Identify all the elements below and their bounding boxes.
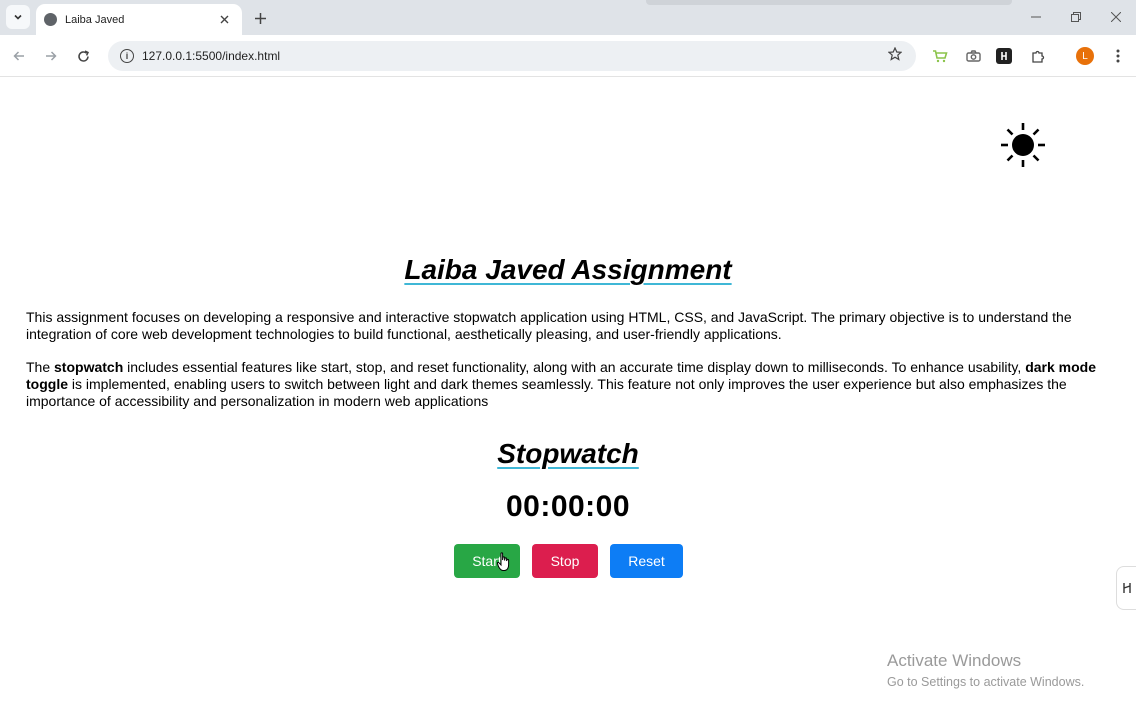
dark-mode-toggle[interactable] [1000, 122, 1046, 168]
tab-title: Laiba Javed [65, 13, 125, 26]
start-button[interactable]: Start [454, 544, 520, 578]
kebab-menu-icon [1116, 49, 1120, 63]
globe-icon [44, 13, 57, 26]
forward-button[interactable] [40, 45, 62, 67]
features-text-1: The [26, 359, 55, 375]
back-button[interactable] [8, 45, 30, 67]
new-tab-button[interactable] [250, 8, 270, 28]
activate-windows-title: Activate Windows [887, 651, 1022, 670]
intro-paragraph: This assignment focuses on developing a … [26, 309, 1072, 342]
stopwatch-heading-text: Stopwatch [497, 438, 639, 469]
profile-avatar[interactable]: L [1076, 47, 1094, 65]
tab-close-button[interactable] [216, 12, 232, 28]
activate-windows-subtitle: Go to Settings to activate Windows. [887, 675, 1085, 689]
tab-search-button[interactable] [6, 5, 30, 29]
close-icon [220, 15, 228, 24]
window-drag-strip [646, 0, 1012, 5]
page-content: Laiba Javed Assignment This assignment f… [0, 78, 1136, 720]
page-heading: Laiba Javed Assignment [0, 254, 1136, 286]
restore-button[interactable] [1066, 7, 1086, 27]
arrow-left-icon [13, 51, 24, 61]
plus-icon [254, 12, 266, 24]
star-icon [887, 46, 903, 61]
h-extension-icon[interactable] [996, 48, 1012, 64]
sun-icon [1001, 123, 1045, 167]
restore-icon [1071, 12, 1081, 22]
features-text-2: includes essential features like start, … [123, 359, 1026, 375]
address-bar[interactable]: i 127.0.0.1:5500/index.html [108, 41, 916, 71]
url-text: 127.0.0.1:5500/index.html [142, 49, 281, 63]
page-heading-text: Laiba Javed Assignment [404, 254, 732, 285]
reload-icon [77, 49, 89, 62]
stopwatch-heading: Stopwatch [0, 438, 1136, 470]
bookmark-button[interactable] [882, 46, 908, 65]
info-icon[interactable]: i [120, 49, 134, 63]
minimize-button[interactable] [1026, 7, 1046, 27]
features-text-3: is implemented, enabling users to switch… [26, 376, 1067, 409]
camera-extension-icon[interactable] [963, 46, 983, 66]
reload-button[interactable] [72, 45, 94, 67]
stop-button[interactable]: Stop [532, 544, 598, 578]
browser-tab[interactable]: Laiba Javed [36, 4, 242, 35]
side-panel-handle[interactable] [1116, 566, 1136, 610]
close-icon [1111, 12, 1121, 22]
minimize-icon [1031, 16, 1041, 18]
features-paragraph: The stopwatch includes essential feature… [26, 359, 1110, 410]
features-bold-stopwatch: stopwatch [54, 359, 124, 375]
activate-windows-watermark: Activate Windows Go to Settings to activ… [887, 651, 1127, 689]
reset-button[interactable]: Reset [610, 544, 683, 578]
h-extension-icon [1122, 583, 1131, 593]
browser-menu-button[interactable] [1108, 46, 1128, 66]
close-window-button[interactable] [1106, 7, 1126, 27]
chevron-down-icon [14, 14, 22, 20]
stopwatch-time-display: 00:00:00 [505, 490, 631, 523]
extensions-puzzle-icon[interactable] [1028, 46, 1048, 66]
tab-bar: Laiba Javed [0, 0, 1136, 35]
arrow-right-icon [46, 51, 57, 61]
browser-toolbar: i 127.0.0.1:5500/index.html L [0, 35, 1136, 77]
shopping-cart-extension-icon[interactable] [930, 46, 950, 66]
